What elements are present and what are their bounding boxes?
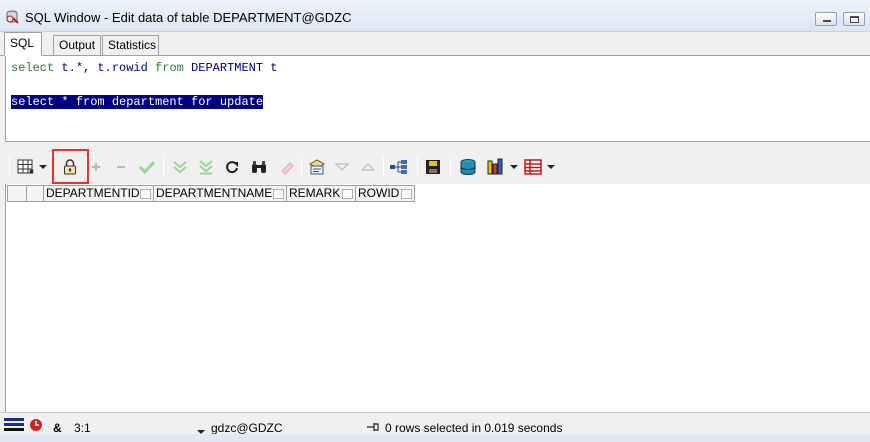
column-sort-button[interactable] xyxy=(401,189,412,199)
chart-dropdown[interactable] xyxy=(509,156,519,178)
keyword-from: from xyxy=(155,61,184,75)
window-bottom-edge xyxy=(0,434,870,442)
refresh-button[interactable] xyxy=(223,156,241,178)
tab-statistics[interactable]: Statistics xyxy=(102,35,159,56)
keyword-select: select xyxy=(11,61,55,75)
toolbar-separator xyxy=(383,157,384,177)
maximize-button[interactable] xyxy=(843,12,865,26)
tab-sql[interactable]: SQL xyxy=(4,32,42,56)
status-message: 0 rows selected in 0.019 seconds xyxy=(385,421,563,435)
table-view-button[interactable] xyxy=(522,156,544,178)
find-button[interactable] xyxy=(249,156,269,178)
minimize-icon xyxy=(823,20,831,22)
grid-header: DEPARTMENTID DEPARTMENTNAME REMARK ROWID xyxy=(7,185,415,202)
chart-button[interactable] xyxy=(484,156,508,178)
column-header-remark[interactable]: REMARK xyxy=(287,185,356,202)
sql-window-icon xyxy=(4,9,20,25)
find-icon xyxy=(252,161,266,173)
table-icon xyxy=(524,159,542,175)
window-title: SQL Window - Edit data of table DEPARTME… xyxy=(25,10,352,25)
next-record-button[interactable] xyxy=(359,156,377,178)
minimize-button[interactable] xyxy=(815,12,837,26)
fetch-next-page-button[interactable] xyxy=(170,156,190,178)
column-list: t.*, t.rowid xyxy=(54,61,156,75)
fetch-last-page-button[interactable] xyxy=(196,156,216,178)
delete-record-button[interactable] xyxy=(114,156,128,178)
toolbar-separator xyxy=(9,157,10,177)
result-grid[interactable] xyxy=(5,184,870,412)
row-number-header xyxy=(27,185,44,202)
selected-text: select * from department for update xyxy=(11,95,264,109)
grid-view-button[interactable] xyxy=(14,156,38,178)
data-toolbar xyxy=(0,148,870,184)
sql-editor[interactable]: select t.*, t.rowid from DEPARTMENT t se… xyxy=(5,56,870,142)
code-line-3: select * from department for update xyxy=(11,95,264,110)
cursor-position: 3:1 xyxy=(74,421,91,435)
insert-record-button[interactable] xyxy=(89,156,103,178)
post-changes-button[interactable] xyxy=(137,156,157,178)
dropdown-arrow-icon xyxy=(547,165,555,169)
column-label: ROWID xyxy=(358,186,400,200)
lock-highlight-box xyxy=(52,149,89,184)
toolbar-separator xyxy=(301,157,302,177)
save-icon xyxy=(426,160,440,174)
code-line-1: select t.*, t.rowid from DEPARTMENT t xyxy=(11,61,277,76)
previous-record-button[interactable] xyxy=(333,156,351,178)
table-view-dropdown[interactable] xyxy=(546,156,556,178)
refresh-icon xyxy=(226,161,238,174)
substitution-variables-indicator[interactable]: & xyxy=(53,421,62,435)
pin-icon xyxy=(366,421,380,435)
clear-icon xyxy=(281,162,294,175)
export-button[interactable] xyxy=(457,156,479,178)
title-bar[interactable]: SQL Window - Edit data of table DEPARTME… xyxy=(0,0,870,32)
query-by-example-icon xyxy=(308,159,326,175)
connection-selector[interactable]: gdzc@GDZC xyxy=(211,421,283,435)
fetch-next-icon xyxy=(173,161,187,174)
tab-strip: SQL Output Statistics xyxy=(0,32,870,56)
save-button[interactable] xyxy=(423,156,443,178)
column-header-departmentname[interactable]: DEPARTMENTNAME xyxy=(154,185,287,202)
column-sort-button[interactable] xyxy=(342,189,353,199)
previous-record-icon xyxy=(335,163,349,172)
column-header-departmentid[interactable]: DEPARTMENTID xyxy=(44,185,154,202)
column-sort-button[interactable] xyxy=(140,189,151,199)
tab-output[interactable]: Output xyxy=(53,35,101,56)
clear-record-button[interactable] xyxy=(277,156,297,178)
plus-icon xyxy=(92,163,100,171)
table-name: DEPARTMENT t xyxy=(183,61,278,75)
grid-view-icon xyxy=(17,159,34,174)
fetch-last-icon xyxy=(199,160,213,175)
export-icon xyxy=(460,159,476,175)
next-record-icon xyxy=(361,162,375,171)
check-icon xyxy=(138,160,156,175)
dropdown-arrow-icon xyxy=(510,165,518,169)
column-label: REMARK xyxy=(289,186,341,200)
column-label: DEPARTMENTNAME xyxy=(156,186,273,200)
column-label: DEPARTMENTID xyxy=(46,186,140,200)
row-indicator-header xyxy=(7,185,27,202)
dropdown-arrow-icon xyxy=(39,165,47,169)
grid-view-dropdown[interactable] xyxy=(38,156,48,178)
toolbar-separator xyxy=(417,157,418,177)
sql-window: SQL Window - Edit data of table DEPARTME… xyxy=(0,0,870,442)
minus-icon xyxy=(117,166,125,168)
column-header-rowid[interactable]: ROWID xyxy=(356,185,415,202)
toolbar-separator xyxy=(450,157,451,177)
toolbar-separator xyxy=(163,157,164,177)
column-sort-button[interactable] xyxy=(273,189,284,199)
tree-icon xyxy=(390,160,407,174)
query-by-example-button[interactable] xyxy=(306,156,328,178)
single-record-view-button[interactable] xyxy=(388,156,410,178)
chart-icon xyxy=(487,158,503,175)
maximize-icon xyxy=(850,16,859,23)
execution-mode-icon[interactable] xyxy=(29,418,43,435)
